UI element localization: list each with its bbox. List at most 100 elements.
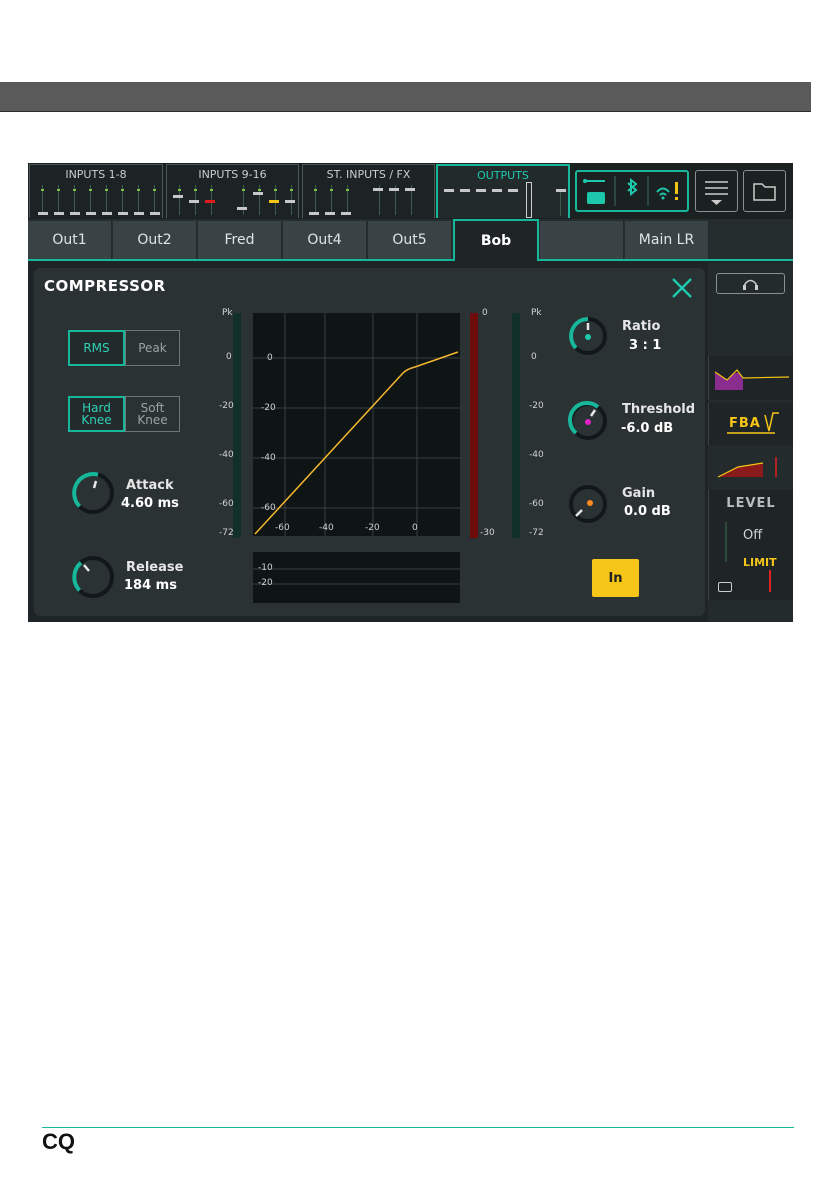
output-scale-0: 0: [531, 352, 537, 362]
attack-knob[interactable]: [68, 468, 118, 518]
gain-value: 0.0 dB: [624, 504, 671, 519]
document-header-bar: [0, 82, 811, 112]
peak-button[interactable]: Peak: [125, 330, 180, 366]
transfer-curve-graph: 0 -20 -40 -60 -60 -40 -20 0: [253, 313, 460, 536]
hard-knee-button[interactable]: Hard Knee: [68, 396, 125, 432]
level-thumbnail[interactable]: LEVEL Off LIMIT: [708, 490, 793, 600]
status-icons[interactable]: [575, 170, 689, 212]
tab-st-inputs-fx-label: ST. INPUTS / FX: [326, 168, 411, 181]
history-tick-10: -10: [258, 563, 273, 573]
tab-fred[interactable]: Fred: [198, 221, 282, 259]
detector-toggle: RMS Peak: [68, 330, 180, 366]
input-scale-pk: Pk: [222, 308, 233, 318]
menu-icon: [705, 181, 728, 205]
tab-st-inputs-fx[interactable]: ST. INPUTS / FX: [302, 164, 435, 218]
graph-x-0: 0: [412, 523, 418, 533]
input-scale-20: -20: [219, 401, 234, 411]
ratio-label: Ratio: [622, 319, 661, 334]
gr-scale-30: -30: [480, 528, 495, 538]
fba-thumbnail[interactable]: FBA: [708, 403, 793, 445]
tab-inputs-1-8[interactable]: INPUTS 1-8: [29, 164, 163, 218]
transfer-curve-plot: [253, 313, 460, 536]
close-icon[interactable]: [670, 276, 694, 300]
graph-y-0: 0: [267, 353, 273, 363]
output-scale-40: -40: [529, 450, 544, 460]
footer-logo: CQ: [42, 1129, 75, 1154]
output-scale-pk: Pk: [531, 308, 542, 318]
graph-x-60: -60: [275, 523, 290, 533]
output-scale-72: -72: [529, 528, 544, 538]
history-tick-20: -20: [258, 578, 273, 588]
knee-toggle: Hard Knee Soft Knee: [68, 396, 180, 432]
release-knob[interactable]: [68, 552, 118, 602]
threshold-label: Threshold: [622, 402, 696, 417]
release-value: 184 ms: [124, 578, 177, 593]
tab-bob[interactable]: Bob: [453, 219, 539, 261]
soft-knee-button[interactable]: Soft Knee: [125, 396, 180, 432]
tab-inputs-9-16-label: INPUTS 9-16: [198, 168, 267, 181]
peq-curve-icon: [714, 369, 790, 390]
graph-x-40: -40: [319, 523, 334, 533]
tab-out4[interactable]: Out4: [283, 221, 367, 259]
tab-main-lr[interactable]: Main LR: [625, 221, 709, 259]
input-meter: [233, 313, 241, 538]
tab-inputs-1-8-label: INPUTS 1-8: [65, 168, 127, 181]
attack-label: Attack: [126, 478, 174, 493]
level-meter: [725, 522, 727, 562]
folder-icon: [753, 183, 776, 201]
input-scale-0: 0: [226, 352, 232, 362]
fba-notch-icon: [727, 412, 779, 434]
input-scale-72: -72: [219, 528, 234, 538]
menu-button[interactable]: [695, 170, 738, 212]
output-scale-20: -20: [529, 401, 544, 411]
level-value: Off: [743, 528, 763, 543]
limit-label: LIMIT: [743, 556, 777, 569]
input-scale-40: -40: [219, 450, 234, 460]
compressor-title: COMPRESSOR: [44, 277, 166, 295]
output-scale-60: -60: [529, 499, 544, 509]
headphone-icon: [743, 279, 758, 290]
compressor-curve-icon: [717, 457, 777, 478]
attack-value: 4.60 ms: [121, 496, 179, 511]
graph-y-40: -40: [261, 453, 276, 463]
history-grid: [253, 568, 460, 585]
gain-reduction-history: -10 -20: [253, 552, 460, 603]
rms-button[interactable]: RMS: [68, 330, 125, 366]
channel-tab-row: Out1 Out2 Fred Out4 Out5 Bob Main LR: [28, 219, 793, 261]
threshold-value: -6.0 dB: [621, 421, 674, 436]
level-label: LEVEL: [726, 496, 776, 511]
graph-y-60: -60: [261, 503, 276, 513]
gr-scale-0: 0: [482, 308, 488, 318]
threshold-knob[interactable]: [565, 398, 611, 444]
limit-marker: [769, 570, 771, 592]
usb-sd-bluetooth-wifi-icon: [583, 176, 678, 206]
compressor-panel: COMPRESSOR RMS Peak Hard Knee Soft Knee …: [34, 268, 705, 616]
gain-label: Gain: [622, 486, 656, 501]
release-label: Release: [126, 560, 184, 575]
tab-outputs[interactable]: OUTPUTS: [436, 164, 570, 218]
graph-y-20: -20: [261, 403, 276, 413]
tab-outputs-label: OUTPUTS: [477, 169, 529, 182]
level-fader-cap: [718, 582, 732, 592]
peq-thumbnail[interactable]: [708, 356, 793, 400]
compressor-in-button[interactable]: In: [592, 559, 639, 597]
compressor-thumbnail[interactable]: [708, 447, 793, 487]
tab-out1[interactable]: Out1: [28, 221, 112, 259]
ratio-knob[interactable]: [565, 313, 611, 359]
tab-inputs-9-16[interactable]: INPUTS 9-16: [166, 164, 299, 218]
folder-button[interactable]: [743, 170, 786, 212]
input-scale-60: -60: [219, 499, 234, 509]
ratio-value: 3 : 1: [629, 338, 662, 353]
tab-out5[interactable]: Out5: [368, 221, 452, 259]
outputs-master-fader: [526, 182, 532, 218]
mixer-screen: INPUTS 1-8 INPUTS 9-16 ST. INPUTS / FX O…: [28, 163, 793, 622]
gain-knob[interactable]: [565, 481, 611, 527]
tab-out2[interactable]: Out2: [113, 221, 197, 259]
gain-reduction-meter: [470, 313, 478, 538]
tab-empty[interactable]: [540, 221, 624, 259]
tab-row-spacer: [710, 221, 793, 259]
top-nav: INPUTS 1-8 INPUTS 9-16 ST. INPUTS / FX O…: [28, 163, 793, 219]
output-meter: [512, 313, 520, 538]
graph-x-20: -20: [365, 523, 380, 533]
headphone-button[interactable]: [716, 273, 785, 294]
